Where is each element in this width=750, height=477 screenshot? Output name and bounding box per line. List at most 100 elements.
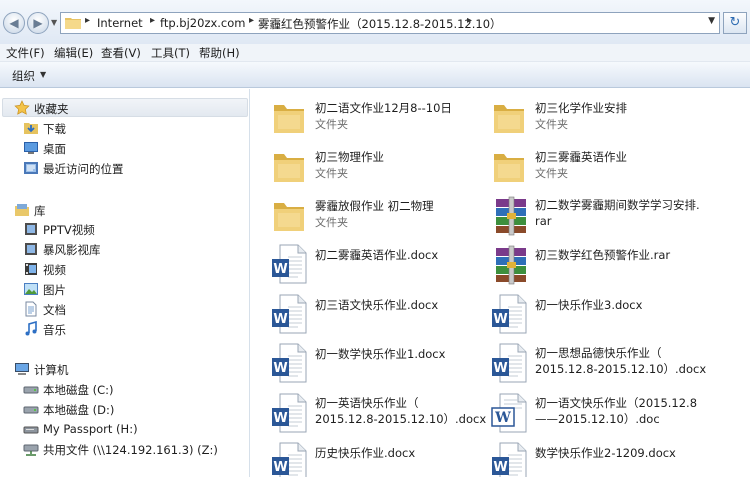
folder-item[interactable]: 初二语文作业12月8--10日 文件夹 <box>268 95 483 139</box>
file-name-line: 初三数学红色预警作业.rar <box>535 248 671 262</box>
menu-file[interactable]: 文件(F) <box>6 45 45 61</box>
video-library-icon <box>25 243 37 255</box>
back-button[interactable]: ◀ <box>3 12 25 34</box>
breadcrumb-separator[interactable]: ▸ <box>467 15 472 26</box>
folder-item[interactable]: 雾霾放假作业 初二物理 文件夹 <box>268 193 483 237</box>
file-name-line: 2015.12.8-2015.12.10）.docx <box>535 362 707 376</box>
file-item[interactable]: 初三数学红色预警作业.rar <box>488 242 703 286</box>
nav-drive-d[interactable]: 本地磁盘 (D:) <box>23 400 243 418</box>
file-list[interactable]: 初二语文作业12月8--10日 文件夹 初三化学作业安排 文件夹 初三物理作业 文件夹 初三… <box>251 89 750 477</box>
menu-help[interactable]: 帮助(H) <box>199 45 240 61</box>
file-name: 初三化学作业安排 <box>535 100 627 116</box>
documents-icon <box>25 301 37 317</box>
forward-button[interactable]: ▶ <box>27 12 49 34</box>
file-item[interactable]: W 初一快乐作业3.docx <box>488 292 703 336</box>
desktop-icon <box>24 142 38 154</box>
file-name: 初三语文快乐作业.docx <box>315 297 438 313</box>
file-name: 数学快乐作业2-1209.docx <box>535 445 676 461</box>
file-name-line: 初一快乐作业3.docx <box>535 298 643 312</box>
file-name: 初二语文作业12月8--10日 <box>315 100 452 116</box>
address-history-dropdown[interactable]: ▼ <box>708 16 715 26</box>
file-name-line: 数学快乐作业2-1209.docx <box>535 446 676 460</box>
refresh-button[interactable]: ↻ <box>723 12 747 34</box>
address-bar-area: ◀ ▶ ▼ ▸ Internet ▸ ftp.bj20zx.com ▸ 雾霾红色… <box>0 0 750 44</box>
folder-item[interactable]: 初三雾霾英语作业 文件夹 <box>488 144 703 188</box>
address-box[interactable]: ▸ Internet ▸ ftp.bj20zx.com ▸ 雾霾红色预警作业（2… <box>60 12 720 34</box>
svg-text:W: W <box>273 262 287 277</box>
file-item[interactable]: W 初一英语快乐作业（ 2015.12.8-2015.12.10）.docx <box>268 391 486 435</box>
file-name-line: 雾霾放假作业 初二物理 <box>315 199 434 213</box>
nav-libraries[interactable]: 库 <box>14 201 244 219</box>
file-item[interactable]: W 初二雾霾英语作业.docx <box>268 242 483 286</box>
chevron-down-icon[interactable]: ▼ <box>40 70 46 79</box>
computer-icon <box>15 363 29 375</box>
file-name-line: 历史快乐作业.docx <box>315 446 416 460</box>
nav-favorites[interactable]: 收藏夹 <box>14 99 244 117</box>
nav-lib-documents[interactable]: 文档 <box>23 300 243 318</box>
recent-pages-dropdown[interactable]: ▼ <box>51 18 57 27</box>
file-name-line: 初一英语快乐作业（ <box>315 396 419 410</box>
nav-desktop[interactable]: 桌面 <box>23 139 243 157</box>
nav-drive-z[interactable]: 共用文件 (\\124.192.161.3) (Z:) <box>23 440 243 458</box>
file-name-line: 初三雾霾英语作业 <box>535 150 627 164</box>
nav-downloads[interactable]: 下载 <box>23 119 243 137</box>
folder-icon <box>65 18 81 29</box>
svg-text:W: W <box>273 312 287 327</box>
nav-recent-places[interactable]: 最近访问的位置 <box>23 159 243 177</box>
download-folder-icon <box>24 123 38 134</box>
file-name-line: 初三化学作业安排 <box>535 101 627 115</box>
menu-tools[interactable]: 工具(T) <box>151 45 190 61</box>
folder-item[interactable]: 初三物理作业 文件夹 <box>268 144 483 188</box>
external-drive-icon <box>23 426 39 434</box>
svg-text:W: W <box>493 460 507 475</box>
file-name: 初一数学快乐作业1.docx <box>315 346 445 362</box>
svg-text:W: W <box>273 411 287 426</box>
nav-lib-pictures[interactable]: 图片 <box>23 280 243 298</box>
file-name-line: 初三语文快乐作业.docx <box>315 298 439 312</box>
file-item[interactable]: W 初一语文快乐作业（2015.12.8 ——2015.12.10）.doc <box>488 391 703 435</box>
file-name: 初三物理作业 <box>315 149 384 165</box>
breadcrumb-internet[interactable]: Internet <box>97 16 143 30</box>
organize-button[interactable]: 组织 <box>12 68 35 84</box>
navigation-pane[interactable]: 收藏夹 下载 桌面 最近访问的位置 库 PPTV视频 暴风影视库 视频 图片 文… <box>0 89 250 477</box>
command-bar: 组织 ▼ <box>0 62 750 88</box>
arrow-right-icon: ▶ <box>33 16 43 30</box>
file-type: 文件夹 <box>315 216 348 229</box>
svg-text:W: W <box>493 312 507 327</box>
nav-drive-h[interactable]: My Passport (H:) <box>23 420 243 438</box>
nav-lib-music[interactable]: 音乐 <box>23 320 243 338</box>
refresh-icon: ↻ <box>729 15 741 30</box>
nav-lib-videos[interactable]: 视频 <box>23 260 243 278</box>
file-name-line: rar <box>535 214 552 228</box>
file-name: 初一语文快乐作业（2015.12.8 ——2015.12.10）.doc <box>535 395 697 427</box>
file-item[interactable]: W 初一数学快乐作业1.docx <box>268 341 483 385</box>
file-item[interactable]: 初二数学雾霾期间数学学习安排. rar <box>488 193 703 237</box>
file-name: 历史快乐作业.docx <box>315 445 415 461</box>
menu-view[interactable]: 查看(V) <box>101 45 141 61</box>
arrow-left-icon: ◀ <box>9 16 19 30</box>
file-item[interactable]: W 初一思想品德快乐作业（ 2015.12.8-2015.12.10）.docx <box>488 341 706 385</box>
breadcrumb-separator[interactable]: ▸ <box>249 15 254 26</box>
nav-drive-c[interactable]: 本地磁盘 (C:) <box>23 380 243 398</box>
nav-lib-baofeng[interactable]: 暴风影视库 <box>23 240 243 258</box>
file-name-line: 初一思想品德快乐作业（ <box>535 346 662 360</box>
nav-computer[interactable]: 计算机 <box>14 360 244 378</box>
menu-edit[interactable]: 编辑(E) <box>54 45 93 61</box>
file-name: 初一思想品德快乐作业（ 2015.12.8-2015.12.10）.docx <box>535 345 706 377</box>
breadcrumb-separator[interactable]: ▸ <box>150 15 155 26</box>
breadcrumb-host[interactable]: ftp.bj20zx.com <box>160 16 246 30</box>
file-item[interactable]: W 数学快乐作业2-1209.docx <box>488 440 703 477</box>
file-name-line: 初一数学快乐作业1.docx <box>315 347 446 361</box>
file-item[interactable]: W 初三语文快乐作业.docx <box>268 292 483 336</box>
file-name: 初一英语快乐作业（ 2015.12.8-2015.12.10）.docx <box>315 395 486 427</box>
file-name-line: 初三物理作业 <box>315 150 384 164</box>
nav-lib-pptv[interactable]: PPTV视频 <box>23 220 243 238</box>
breadcrumb-folder[interactable]: 雾霾红色预警作业（2015.12.8-2015.12.10） <box>258 16 502 32</box>
file-name: 雾霾放假作业 初二物理 <box>315 198 434 214</box>
file-type: 文件夹 <box>535 167 568 180</box>
file-name: 初三雾霾英语作业 <box>535 149 627 165</box>
folder-item[interactable]: 初三化学作业安排 文件夹 <box>488 95 703 139</box>
breadcrumb-separator[interactable]: ▸ <box>85 15 90 26</box>
file-name-line: 初二语文作业12月8--10日 <box>315 101 452 115</box>
file-item[interactable]: W 历史快乐作业.docx <box>268 440 483 477</box>
